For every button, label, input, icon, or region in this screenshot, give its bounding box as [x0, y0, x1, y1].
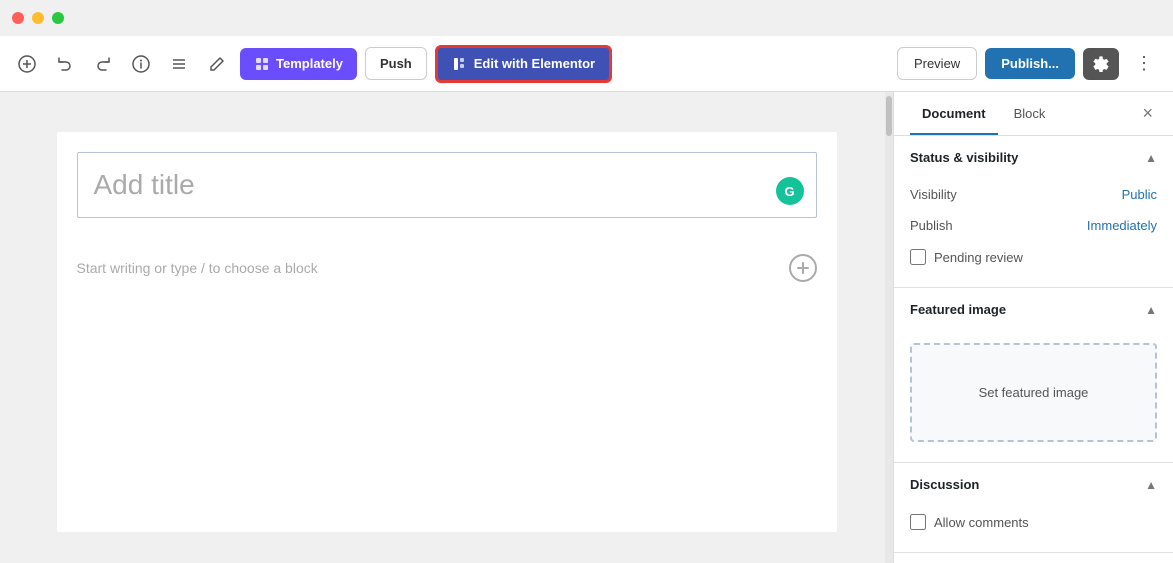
titlebar [0, 0, 1173, 36]
title-placeholder[interactable]: Add title [94, 169, 800, 201]
allow-comments-checkbox[interactable] [910, 514, 926, 530]
list-view-btn[interactable] [164, 49, 194, 79]
traffic-light-red[interactable] [12, 12, 24, 24]
sidebar-close-btn[interactable]: × [1138, 99, 1157, 128]
edit-with-elementor-btn[interactable]: Edit with Elementor [435, 45, 612, 83]
featured-image-content: Set featured image [894, 343, 1173, 462]
edit-btn[interactable] [202, 49, 232, 79]
pending-review-row: Pending review [894, 241, 1173, 279]
editor-area: Add title G Start writing or type / to c… [0, 92, 893, 563]
push-btn[interactable]: Push [365, 47, 427, 80]
templately-btn[interactable]: Templately [240, 48, 357, 80]
sidebar-tabs: Document Block × [894, 92, 1173, 136]
visibility-value[interactable]: Public [1122, 187, 1157, 202]
status-visibility-header[interactable]: Status & visibility ▲ [894, 136, 1173, 179]
undo-btn[interactable] [50, 49, 80, 79]
discussion-header[interactable]: Discussion ▲ [894, 463, 1173, 506]
featured-image-chevron: ▲ [1145, 303, 1157, 317]
discussion-content: Allow comments [894, 506, 1173, 552]
traffic-light-yellow[interactable] [32, 12, 44, 24]
traffic-light-green[interactable] [52, 12, 64, 24]
add-block-toolbar-btn[interactable] [12, 49, 42, 79]
status-visibility-chevron: ▲ [1145, 151, 1157, 165]
discussion-title: Discussion [910, 477, 979, 492]
publish-value[interactable]: Immediately [1087, 218, 1157, 233]
redo-btn[interactable] [88, 49, 118, 79]
status-visibility-content: Visibility Public Publish Immediately Pe… [894, 179, 1173, 287]
main-layout: Add title G Start writing or type / to c… [0, 92, 1173, 563]
pending-review-label: Pending review [934, 250, 1023, 265]
toolbar: Templately Push Edit with Elementor Prev… [0, 36, 1173, 92]
allow-comments-row: Allow comments [894, 506, 1173, 544]
title-input-area[interactable]: Add title G [77, 152, 817, 218]
discussion-chevron: ▲ [1145, 478, 1157, 492]
visibility-row: Visibility Public [894, 179, 1173, 210]
grammarly-icon: G [776, 177, 804, 205]
block-hint: Start writing or type / to choose a bloc… [57, 238, 837, 298]
preview-btn[interactable]: Preview [897, 47, 977, 80]
set-featured-image-btn[interactable]: Set featured image [910, 343, 1157, 442]
publish-btn[interactable]: Publish... [985, 48, 1075, 79]
tab-document[interactable]: Document [910, 92, 998, 135]
info-btn[interactable] [126, 49, 156, 79]
more-options-btn[interactable]: ⋮ [1127, 49, 1161, 78]
featured-image-section: Featured image ▲ Set featured image [894, 288, 1173, 463]
allow-comments-label: Allow comments [934, 515, 1029, 530]
status-visibility-title: Status & visibility [910, 150, 1018, 165]
sidebar: Document Block × Status & visibility ▲ V… [893, 92, 1173, 563]
settings-btn[interactable] [1083, 48, 1119, 80]
publish-label: Publish [910, 218, 953, 233]
add-block-inline-btn[interactable] [789, 254, 817, 282]
publish-row: Publish Immediately [894, 210, 1173, 241]
editor-content: Add title G Start writing or type / to c… [57, 132, 837, 532]
scrollbar[interactable] [885, 92, 893, 563]
scroll-thumb [886, 96, 892, 136]
featured-image-header[interactable]: Featured image ▲ [894, 288, 1173, 331]
discussion-section: Discussion ▲ Allow comments [894, 463, 1173, 553]
featured-image-title: Featured image [910, 302, 1006, 317]
pending-review-checkbox[interactable] [910, 249, 926, 265]
visibility-label: Visibility [910, 187, 957, 202]
tab-block[interactable]: Block [1002, 92, 1058, 135]
status-visibility-section: Status & visibility ▲ Visibility Public … [894, 136, 1173, 288]
